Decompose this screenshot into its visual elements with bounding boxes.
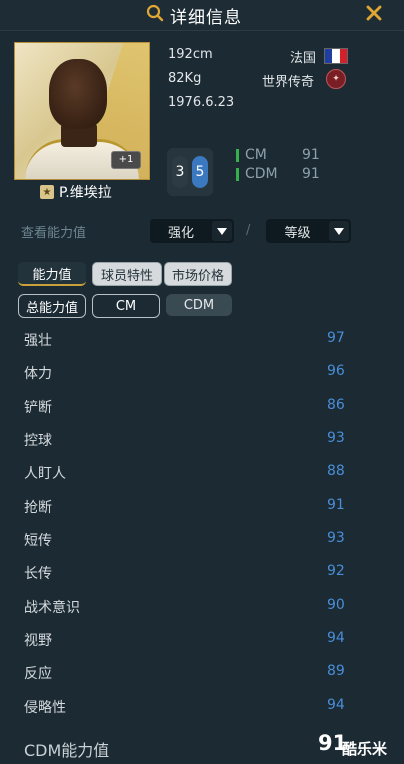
position-digit-1: 3 (172, 156, 188, 188)
stat-value: 97 (327, 330, 345, 346)
stat-value: 91 (327, 497, 345, 513)
position-row-cm: CM 91 (236, 147, 320, 163)
stat-name: 控球 (24, 433, 52, 449)
subtab-overall[interactable]: 总能力值 (18, 294, 86, 318)
tab-ability[interactable]: 能力值 (18, 262, 86, 286)
stat-row: 人盯人 88 (0, 455, 404, 488)
close-icon[interactable] (366, 5, 382, 25)
page-title: 详细信息 (170, 7, 242, 28)
player-card-image: +1 (14, 42, 150, 180)
stat-value: 90 (327, 597, 345, 613)
watermark-logo: 酷乐米 (342, 740, 388, 758)
stat-row: 长传 92 (0, 555, 404, 588)
star-icon: ★ (40, 185, 54, 199)
card-level-badge: +1 (111, 151, 141, 169)
enhance-dropdown-label: 强化 (167, 225, 194, 241)
header-bar: 详细信息 (0, 0, 404, 31)
position-ability-label: CDM能力值 (24, 741, 110, 760)
stat-value: 94 (327, 697, 345, 713)
stat-name: 强壮 (24, 333, 52, 349)
chevron-down-icon[interactable] (329, 221, 349, 241)
position-bar (236, 148, 239, 162)
stat-row: 体力 96 (0, 355, 404, 388)
stat-name: 短传 (24, 533, 52, 549)
stat-value: 94 (327, 630, 345, 646)
stat-value: 93 (327, 430, 345, 446)
height-value: 192cm (168, 47, 213, 62)
level-dropdown[interactable]: 等级 (266, 219, 351, 243)
stat-row: 铲断 86 (0, 389, 404, 422)
separator-slash: / (246, 223, 251, 238)
stat-value: 88 (327, 463, 345, 479)
stat-row: 战术意识 90 (0, 589, 404, 622)
nation-value: 法国 (290, 51, 317, 66)
stat-name: 铲断 (24, 400, 52, 416)
stat-row: 视野 94 (0, 622, 404, 655)
stat-value: 92 (327, 563, 345, 579)
stat-name: 长传 (24, 566, 52, 582)
position-rating: 91 (302, 147, 320, 163)
stat-row: 控球 93 (0, 422, 404, 455)
birthdate-value: 1976.6.23 (168, 95, 235, 110)
tab-market-price[interactable]: 市场价格 (164, 262, 232, 286)
position-digit-2: 5 (192, 156, 208, 188)
position-name: CDM (245, 166, 278, 182)
player-portrait (49, 59, 107, 129)
stat-name: 战术意识 (24, 600, 80, 616)
position-rating: 91 (302, 166, 320, 182)
stat-name: 人盯人 (24, 466, 66, 482)
player-name: ★ P.维埃拉 (40, 182, 112, 202)
stat-value: 86 (327, 397, 345, 413)
position-bar (236, 167, 239, 181)
stat-row: 反应 89 (0, 655, 404, 688)
stat-name: 体力 (24, 366, 52, 382)
enhance-dropdown[interactable]: 强化 (150, 219, 234, 243)
stat-value: 96 (327, 363, 345, 379)
close-button[interactable] (362, 3, 386, 27)
subtab-cm[interactable]: CM (92, 294, 160, 318)
weight-value: 82Kg (168, 71, 202, 86)
stat-row: 短传 93 (0, 522, 404, 555)
position-name: CM (245, 147, 267, 163)
tab-player-traits[interactable]: 球员特性 (92, 262, 162, 286)
player-name-text: P.维埃拉 (59, 185, 112, 201)
position-box: 3 5 (167, 148, 213, 196)
stat-name: 抢断 (24, 500, 52, 516)
season-badge-icon: ✦ (326, 69, 346, 89)
stat-value: 89 (327, 663, 345, 679)
stat-row: 抢断 91 (0, 489, 404, 522)
stat-name: 视野 (24, 633, 52, 649)
season-value: 世界传奇 (262, 75, 315, 90)
chevron-down-icon[interactable] (212, 221, 232, 241)
stat-row: 侵略性 94 (0, 689, 404, 722)
stat-row: 强壮 97 (0, 322, 404, 355)
position-row-cdm: CDM 91 (236, 166, 320, 182)
subtab-cdm[interactable]: CDM (166, 294, 232, 316)
stat-value: 93 (327, 530, 345, 546)
stat-name: 反应 (24, 666, 52, 682)
france-flag-icon (324, 48, 348, 64)
stat-name: 侵略性 (24, 700, 66, 716)
level-dropdown-label: 等级 (284, 225, 311, 241)
view-ability-label: 查看能力值 (21, 226, 87, 241)
title-group: 详细信息 (146, 3, 242, 28)
search-icon[interactable] (146, 4, 164, 26)
